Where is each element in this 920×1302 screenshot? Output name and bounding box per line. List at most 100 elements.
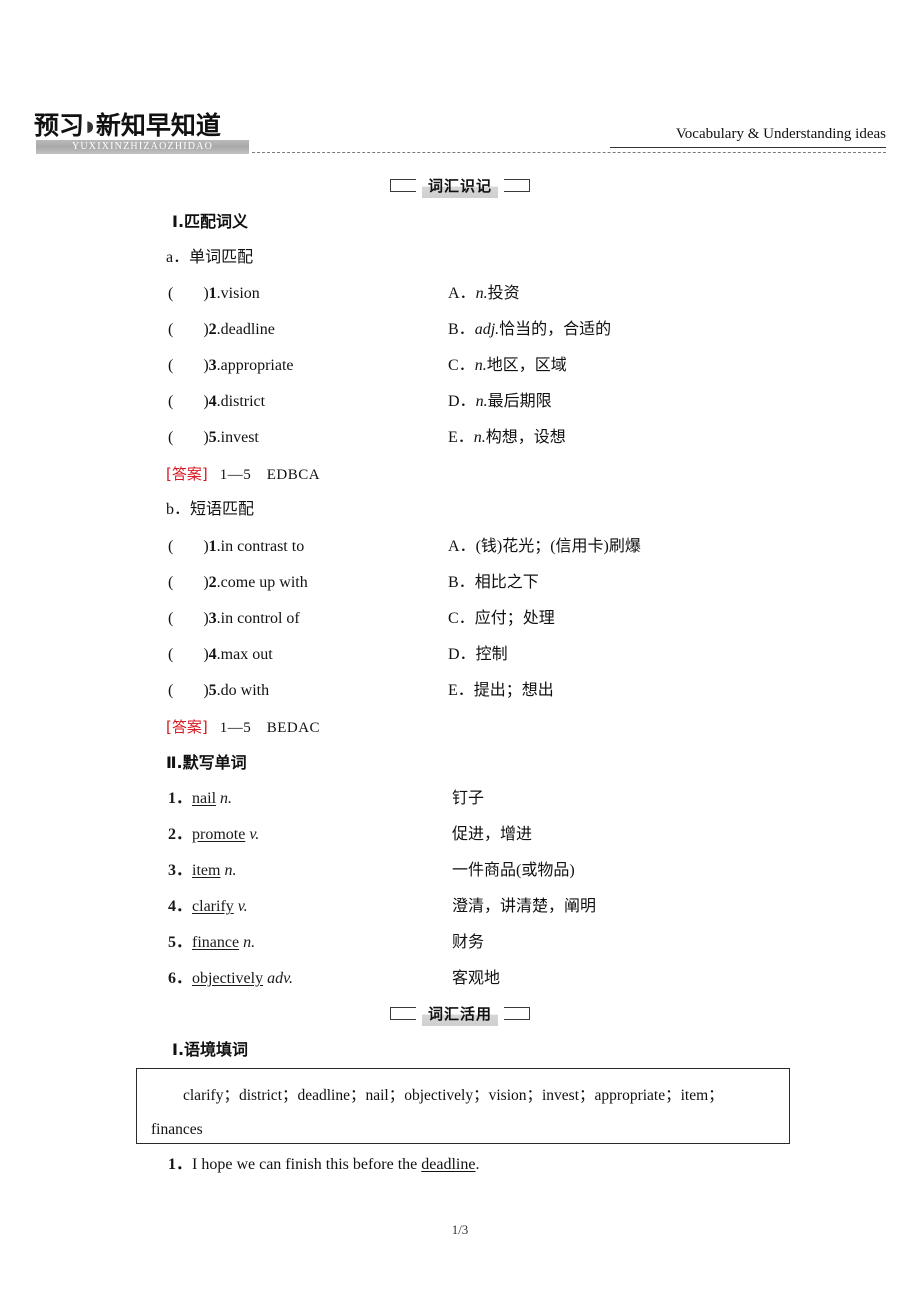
match-item-b4-num: 4 — [208, 646, 217, 663]
dictation-row-5[interactable]: 5．finance n. — [168, 935, 255, 951]
row-num: 5． — [168, 934, 193, 951]
match-item-a5-word: invest — [220, 429, 259, 446]
row-pos: n. — [243, 934, 256, 951]
bracket-right-icon — [504, 1007, 530, 1020]
match-item-b5-word: do with — [220, 682, 270, 699]
match-item-b3-num: 3 — [208, 610, 217, 627]
row-pos: v. — [237, 898, 248, 915]
match-item-b3[interactable]: ()3.in control of — [168, 611, 300, 627]
option-pos: n. — [474, 357, 487, 374]
sentence-text-before: I hope we can finish this before the — [192, 1156, 422, 1173]
option-letter: B． — [448, 321, 475, 338]
option-letter: D． — [448, 646, 476, 663]
option-pos: n. — [473, 429, 486, 446]
row-word: item — [192, 862, 221, 879]
section-header-memorize: 词汇识记 — [0, 176, 920, 198]
row-word: promote — [192, 826, 246, 843]
row-num: 6． — [168, 970, 193, 987]
match-item-a4-word: district — [220, 393, 266, 410]
dictation-meaning-2: 促进，增进 — [452, 826, 533, 843]
match-item-a1[interactable]: ()1.vision — [168, 286, 260, 302]
dictation-row-4[interactable]: 4．clarify v. — [168, 899, 248, 915]
match-item-b4-word: max out — [220, 646, 273, 663]
option-def: 投资 — [487, 285, 520, 302]
arrow-icon: ◗ — [86, 117, 94, 135]
match-item-b5-num: 5 — [208, 682, 217, 699]
row-num: 1． — [168, 790, 193, 807]
match-item-b2[interactable]: ()2.come up with — [168, 575, 308, 591]
row-word: nail — [192, 790, 217, 807]
option-def: 相比之下 — [474, 574, 539, 591]
option-letter: E． — [448, 682, 474, 699]
dictation-row-2[interactable]: 2．promote v. — [168, 827, 259, 843]
match-option-b2: B．相比之下 — [448, 575, 539, 591]
answer-value: 1—5 BEDAC — [219, 720, 321, 736]
option-letter: A． — [448, 538, 476, 555]
answer-value: 1—5 EDBCA — [219, 467, 321, 483]
match-item-b2-num: 2 — [208, 574, 217, 591]
match-option-b3: C．应付；处理 — [448, 611, 555, 627]
row-pos: n. — [220, 790, 233, 807]
option-letter: A． — [448, 285, 476, 302]
sentence-answer: deadline — [421, 1156, 476, 1173]
section-header-inner: 词汇活用 — [388, 1004, 532, 1026]
match-item-a2[interactable]: ()2.deadline — [168, 322, 275, 338]
row-word: objectively — [192, 970, 264, 987]
option-def: 构想，设想 — [485, 429, 566, 446]
match-item-b1-num: 1 — [208, 538, 217, 555]
row-num: 2． — [168, 826, 193, 843]
document-page: 预习 ◗新知早知道 YUXIXINZHIZAOZHIDAO Vocabulary … — [0, 0, 920, 1302]
page-number: 1/3 — [451, 1222, 469, 1237]
dictation-meaning-4: 澄清，讲清楚，阐明 — [452, 898, 597, 915]
match-item-b4[interactable]: ()4.max out — [168, 647, 273, 663]
match-item-a3[interactable]: ()3.appropriate — [168, 358, 294, 374]
banner-title-right: 新知早知道 — [95, 111, 221, 140]
match-option-b4: D．控制 — [448, 647, 508, 663]
word-bank-line1: clarify；district；deadline；nail；objective… — [183, 1087, 681, 1104]
sentence-num: 1． — [168, 1156, 193, 1173]
match-item-b1[interactable]: ()1.in contrast to — [168, 539, 304, 555]
match-option-a3: C．n.地区，区域 — [448, 358, 567, 374]
row-num: 3． — [168, 862, 193, 879]
option-pos: adj. — [474, 321, 500, 338]
bracket-left-icon — [389, 179, 416, 192]
dictation-meaning-6: 客观地 — [452, 970, 501, 987]
banner-right-underline — [610, 147, 886, 148]
row-pos: v. — [249, 826, 260, 843]
fill-in-sentence-1[interactable]: 1．I hope we can finish this before the d… — [168, 1157, 479, 1173]
option-def: 地区，区域 — [486, 357, 567, 374]
option-def: (钱)花光；(信用卡)刷爆 — [475, 538, 641, 555]
match-item-a2-word: deadline — [220, 321, 275, 338]
option-letter: D． — [448, 393, 476, 410]
match-option-a2: B．adj.恰当的，合适的 — [448, 322, 611, 338]
part1-heading: Ⅰ.匹配词义 — [172, 212, 249, 231]
option-pos: n. — [475, 393, 488, 410]
match-option-a4: D．n.最后期限 — [448, 394, 552, 410]
word-bank-box: clarify；district；deadline；nail；objective… — [136, 1068, 790, 1144]
match-option-a1: A．n.投资 — [448, 286, 520, 302]
match-item-b5[interactable]: ()5.do with — [168, 683, 269, 699]
dictation-row-1[interactable]: 1．nail n. — [168, 791, 232, 807]
banner-dashed-rule — [252, 152, 886, 153]
match-option-b1: A．(钱)花光；(信用卡)刷爆 — [448, 539, 641, 555]
dictation-row-6[interactable]: 6．objectively adv. — [168, 971, 293, 987]
bracket-left-icon — [389, 1007, 416, 1020]
section-header-inner: 词汇识记 — [388, 176, 532, 198]
option-letter: C． — [448, 357, 475, 374]
option-def: 应付；处理 — [474, 610, 555, 627]
row-word: finance — [192, 934, 240, 951]
match-item-a5[interactable]: ()5.invest — [168, 430, 259, 446]
section-header-label: 词汇活用 — [421, 1004, 498, 1026]
match-item-a1-word: vision — [220, 285, 260, 302]
option-letter: C． — [448, 610, 475, 627]
sentence-text-after: . — [475, 1156, 480, 1173]
row-pos: adv. — [267, 970, 294, 987]
part3-heading: Ⅰ.语境填词 — [172, 1040, 249, 1059]
part2-heading: Ⅱ.默写单词 — [166, 753, 247, 772]
match-item-a3-num: 3 — [208, 357, 217, 374]
section-header-apply: 词汇活用 — [0, 1004, 920, 1026]
answer-group-a: [答案] 1—5 EDBCA — [166, 467, 320, 483]
dictation-row-3[interactable]: 3．item n. — [168, 863, 236, 879]
match-item-b1-word: in contrast to — [220, 538, 305, 555]
match-item-a4[interactable]: ()4.district — [168, 394, 265, 410]
